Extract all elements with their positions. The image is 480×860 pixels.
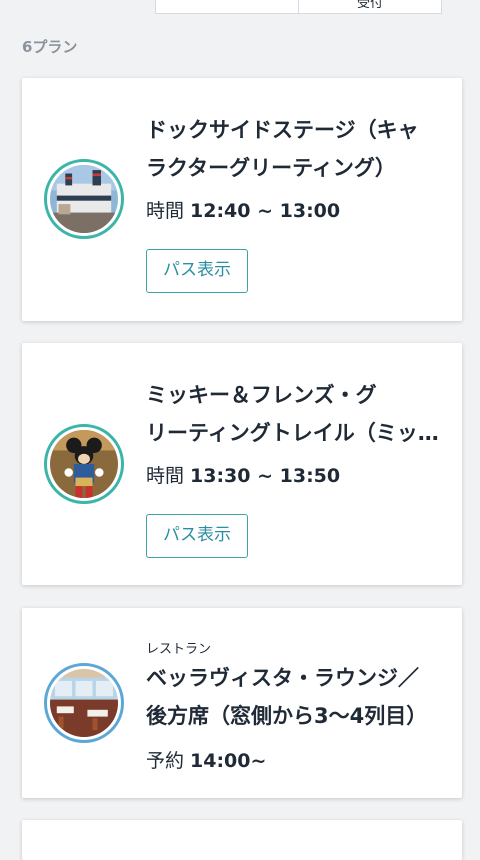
- plan-time: 時間 13:30 ~ 13:50: [146, 461, 340, 488]
- mickey-image: [44, 424, 124, 504]
- plan-title: ドックサイドステージ（キャ ラクターグリーティング）: [146, 118, 419, 180]
- time-value: 12:40 ~ 13:00: [190, 200, 341, 222]
- restaurant-image: [44, 663, 124, 743]
- top-tab-strip: 受付: [0, 0, 480, 14]
- top-tab-reception[interactable]: 受付: [298, 0, 442, 14]
- plan-reservation-time: 予約 14:00~: [146, 746, 266, 773]
- time-label: 時間: [146, 465, 185, 487]
- plan-title: ベッラヴィスタ・ラウンジ／ 後方席（窓側から3〜4列目）: [146, 666, 428, 728]
- time-value: 13:30 ~ 13:50: [190, 465, 341, 487]
- reservation-label: 予約: [146, 750, 185, 772]
- show-pass-button[interactable]: パス表示: [146, 249, 248, 293]
- top-tab-reception-label: 受付: [356, 0, 383, 11]
- reservation-value: 14:00~: [190, 750, 267, 772]
- plan-time: 時間 12:40 ~ 13:00: [146, 196, 340, 223]
- plan-card-mickey-greeting[interactable]: ミッキー＆フレンズ・グ リーティングトレイル（ミッ… 時間 13:30 ~ 13:…: [22, 343, 462, 585]
- plan-card-next[interactable]: [22, 820, 462, 860]
- plan-count: 6プラン: [22, 38, 78, 56]
- plan-card-bellavista-lounge[interactable]: レストラン ベッラヴィスタ・ラウンジ／ 後方席（窓側から3〜4列目） 予約 14:…: [22, 608, 462, 798]
- ship-image: [44, 159, 124, 239]
- plan-card-dockside-stage[interactable]: ドックサイドステージ（キャ ラクターグリーティング） 時間 12:40 ~ 13:…: [22, 78, 462, 321]
- plan-title: ミッキー＆フレンズ・グ リーティングトレイル（ミッ…: [146, 383, 439, 445]
- time-label: 時間: [146, 200, 185, 222]
- top-tab-left[interactable]: [155, 0, 299, 14]
- show-pass-button[interactable]: パス表示: [146, 514, 248, 558]
- category-label: レストラン: [146, 642, 212, 657]
